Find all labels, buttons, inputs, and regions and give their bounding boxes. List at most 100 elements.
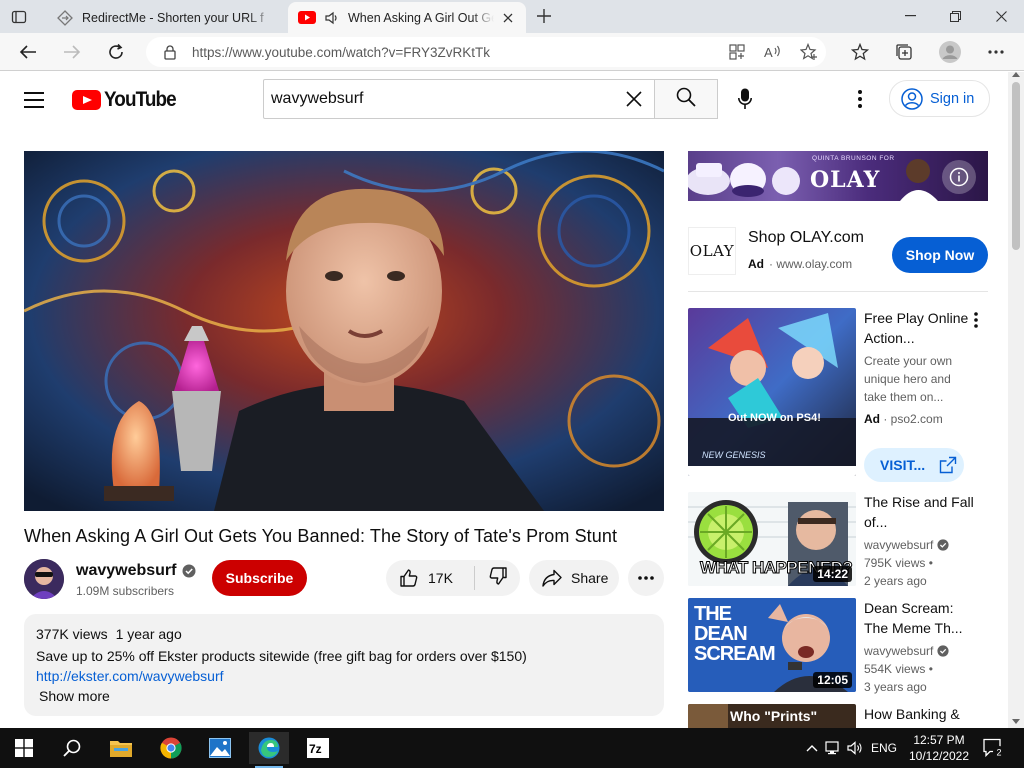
read-aloud-icon[interactable]: A bbox=[762, 41, 784, 63]
collections-icon[interactable] bbox=[892, 40, 916, 64]
ad-domain: www.olay.com bbox=[776, 257, 853, 271]
dislike-button[interactable] bbox=[475, 560, 520, 596]
notifications-icon[interactable]: 2 bbox=[982, 736, 1006, 760]
recommendation-title[interactable]: Dean Scream: The Meme Th... bbox=[864, 598, 974, 638]
recommendation-ad-pso2[interactable]: NEW GENESIS Out NOW on PS4! Free Play On… bbox=[688, 308, 988, 482]
more-actions-icon[interactable] bbox=[628, 560, 664, 596]
microphone-icon[interactable] bbox=[733, 87, 757, 111]
file-explorer-icon[interactable] bbox=[101, 732, 141, 764]
sidebar-divider bbox=[688, 291, 988, 292]
verified-badge-icon bbox=[182, 564, 196, 578]
network-icon[interactable] bbox=[822, 741, 844, 755]
video-player[interactable] bbox=[24, 151, 664, 511]
input-language[interactable]: ENG bbox=[866, 741, 902, 755]
apps-grid-icon[interactable] bbox=[726, 41, 748, 63]
scroll-up-arrow-icon[interactable] bbox=[1012, 72, 1020, 77]
more-options-icon[interactable] bbox=[966, 310, 986, 330]
search-input[interactable]: wavywebsurf bbox=[271, 90, 614, 108]
tab-actions-icon[interactable] bbox=[8, 6, 30, 28]
scrollbar-thumb[interactable] bbox=[1012, 82, 1020, 250]
scroll-down-arrow-icon[interactable] bbox=[1012, 719, 1020, 724]
video-thumbnail[interactable]: THE DEAN SCREAM 12:05 bbox=[688, 598, 856, 692]
taskbar-clock[interactable]: 12:57 PM 10/12/2022 bbox=[900, 732, 978, 764]
visit-site-button[interactable]: VISIT... bbox=[864, 448, 964, 482]
refresh-icon[interactable] bbox=[104, 40, 128, 64]
notification-count: 2 bbox=[996, 748, 1001, 758]
share-button[interactable]: Share bbox=[529, 560, 619, 596]
advertiser-logo: OLAY bbox=[688, 227, 736, 275]
recommendation-title[interactable]: The Rise and Fall of... bbox=[864, 492, 974, 532]
channel-name[interactable]: wavywebsurf bbox=[76, 562, 196, 580]
video-meta: 377K views 1 year ago bbox=[36, 626, 652, 642]
youtube-logo[interactable]: YouTube bbox=[72, 88, 184, 112]
youtube-play-icon bbox=[72, 90, 101, 110]
clear-search-icon[interactable] bbox=[614, 80, 654, 118]
favorites-icon[interactable] bbox=[848, 40, 872, 64]
restore-window-icon[interactable] bbox=[935, 3, 975, 29]
search-taskbar-icon[interactable] bbox=[52, 732, 92, 764]
shop-now-button[interactable]: Shop Now bbox=[892, 237, 988, 273]
search-box[interactable]: wavywebsurf bbox=[263, 79, 655, 119]
recommendation-info: Free Play Online Action... Create your o… bbox=[864, 308, 974, 428]
show-more-button[interactable]: Show more bbox=[39, 688, 652, 704]
search-button[interactable] bbox=[654, 79, 718, 119]
lock-icon[interactable] bbox=[160, 42, 180, 62]
more-options-icon[interactable] bbox=[848, 87, 872, 111]
7zip-icon[interactable]: 7z bbox=[298, 732, 338, 764]
channel-avatar[interactable] bbox=[24, 559, 64, 599]
close-window-icon[interactable] bbox=[981, 3, 1021, 29]
video-thumbnail[interactable]: WHAT HAPPENED? 14:22 bbox=[688, 492, 856, 586]
new-tab-plus-icon[interactable] bbox=[533, 5, 555, 27]
tab-title: RedirectMe - Shorten your URL f bbox=[82, 10, 264, 25]
recommendation-banking[interactable]: Who "Prints" How Banking & bbox=[688, 704, 988, 728]
recommendation-rise-and-fall[interactable]: WHAT HAPPENED? 14:22 The Rise and Fall o… bbox=[688, 492, 988, 588]
sign-in-label: Sign in bbox=[930, 90, 975, 107]
recommendation-views: 554K views • bbox=[864, 662, 933, 676]
chrome-icon[interactable] bbox=[151, 732, 191, 764]
forward-arrow-icon[interactable] bbox=[60, 40, 84, 64]
profile-avatar-icon[interactable] bbox=[938, 40, 962, 64]
address-bar[interactable]: https://www.youtube.com/watch?v=FRY3ZvRK… bbox=[146, 37, 826, 67]
sign-in-button[interactable]: Sign in bbox=[889, 80, 990, 117]
minimize-window-icon[interactable] bbox=[890, 3, 930, 29]
photos-app-icon[interactable] bbox=[200, 732, 240, 764]
ad-card[interactable]: OLAY Shop OLAY.com Ad · www.olay.com Shop… bbox=[688, 225, 988, 281]
recommendation-title[interactable]: Free Play Online Action... bbox=[864, 308, 974, 348]
recommendation-info: How Banking & bbox=[864, 704, 974, 724]
speaker-audio-icon[interactable] bbox=[324, 10, 340, 26]
show-hidden-icons-chevron-icon[interactable] bbox=[802, 744, 822, 752]
video-thumbnail[interactable]: Who "Prints" bbox=[688, 704, 856, 728]
video-thumbnail[interactable]: NEW GENESIS Out NOW on PS4! bbox=[688, 308, 856, 476]
back-arrow-icon[interactable] bbox=[16, 40, 40, 64]
account-circle-icon bbox=[900, 87, 924, 111]
verified-badge-icon bbox=[937, 645, 949, 657]
tab-redirectme[interactable]: RedirectMe - Shorten your URL f bbox=[46, 2, 286, 33]
recommendation-title[interactable]: How Banking & bbox=[864, 704, 974, 724]
url-text[interactable]: https://www.youtube.com/watch?v=FRY3ZvRK… bbox=[192, 45, 490, 60]
svg-text:7z: 7z bbox=[309, 742, 322, 756]
settings-more-icon[interactable] bbox=[984, 40, 1008, 64]
description-link[interactable]: http://ekster.com/wavywebsurf bbox=[36, 668, 652, 684]
olay-ad-banner[interactable]: QUINTA BRUNSON FOR OLAY bbox=[688, 151, 988, 201]
windows-start-icon[interactable] bbox=[4, 732, 44, 764]
page-scrollbar[interactable] bbox=[1008, 72, 1024, 728]
ad-label: Ad bbox=[748, 257, 764, 271]
menu-icon[interactable] bbox=[24, 88, 48, 112]
close-tab-icon[interactable] bbox=[500, 10, 516, 26]
like-button[interactable]: 17K bbox=[386, 560, 474, 596]
recommendation-dean-scream[interactable]: THE DEAN SCREAM 12:05 Dean Scream: The M… bbox=[688, 598, 988, 694]
share-label: Share bbox=[571, 570, 609, 586]
youtube-page: YouTube wavywebsurf Sign in When Asking … bbox=[0, 72, 1008, 728]
edge-browser-icon[interactable] bbox=[249, 732, 289, 768]
ad-info-icon[interactable] bbox=[942, 160, 976, 194]
recommendation-channel[interactable]: wavywebsurf bbox=[864, 642, 974, 660]
add-favorite-star-icon[interactable] bbox=[798, 41, 820, 63]
subscribe-button[interactable]: Subscribe bbox=[212, 560, 307, 596]
ad-title[interactable]: Shop OLAY.com bbox=[748, 229, 864, 247]
volume-icon[interactable] bbox=[844, 741, 866, 755]
tab-youtube-video[interactable]: When Asking A Girl Out Gets You bbox=[288, 2, 526, 33]
description-box[interactable]: 377K views 1 year ago Save up to 25% off … bbox=[24, 614, 664, 716]
banner-brand: OLAY bbox=[810, 167, 881, 193]
recommendation-channel[interactable]: wavywebsurf bbox=[864, 536, 974, 554]
subscriber-count: 1.09M subscribers bbox=[76, 584, 175, 598]
